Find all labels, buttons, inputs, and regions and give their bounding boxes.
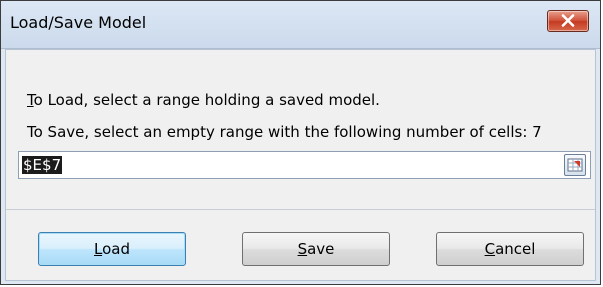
- close-button[interactable]: [547, 10, 589, 32]
- range-ref-value: $E$7: [22, 156, 63, 174]
- load-button[interactable]: Load: [38, 232, 186, 266]
- cancel-label: ancel: [495, 240, 536, 258]
- save-mnemonic: S: [297, 240, 308, 258]
- range-ref-input[interactable]: $E$7: [18, 151, 591, 179]
- load-mnemonic: L: [94, 240, 103, 258]
- range-collapse-button[interactable]: [564, 154, 586, 176]
- load-instruction: To Load, select a range holding a saved …: [27, 91, 380, 109]
- dialog-title: Load/Save Model: [10, 13, 147, 32]
- save-button[interactable]: Save: [242, 232, 390, 266]
- load-instruction-text: o Load, select a range holding a saved m…: [33, 91, 380, 109]
- load-label: oad: [102, 240, 130, 258]
- load-instruction-mnemonic: T: [27, 91, 34, 109]
- dialog-body: To Load, select a range holding a saved …: [5, 49, 596, 281]
- cancel-button[interactable]: Cancel: [436, 232, 584, 266]
- load-save-model-dialog: Load/Save Model To Load, select a range …: [0, 0, 601, 285]
- button-separator: [6, 209, 595, 210]
- cancel-mnemonic: C: [484, 240, 496, 258]
- close-icon: [561, 14, 575, 27]
- title-bar[interactable]: Load/Save Model: [1, 1, 600, 49]
- save-instruction: To Save, select an empty range with the …: [27, 123, 542, 141]
- range-collapse-icon: [567, 158, 583, 172]
- save-label: ave: [307, 240, 335, 258]
